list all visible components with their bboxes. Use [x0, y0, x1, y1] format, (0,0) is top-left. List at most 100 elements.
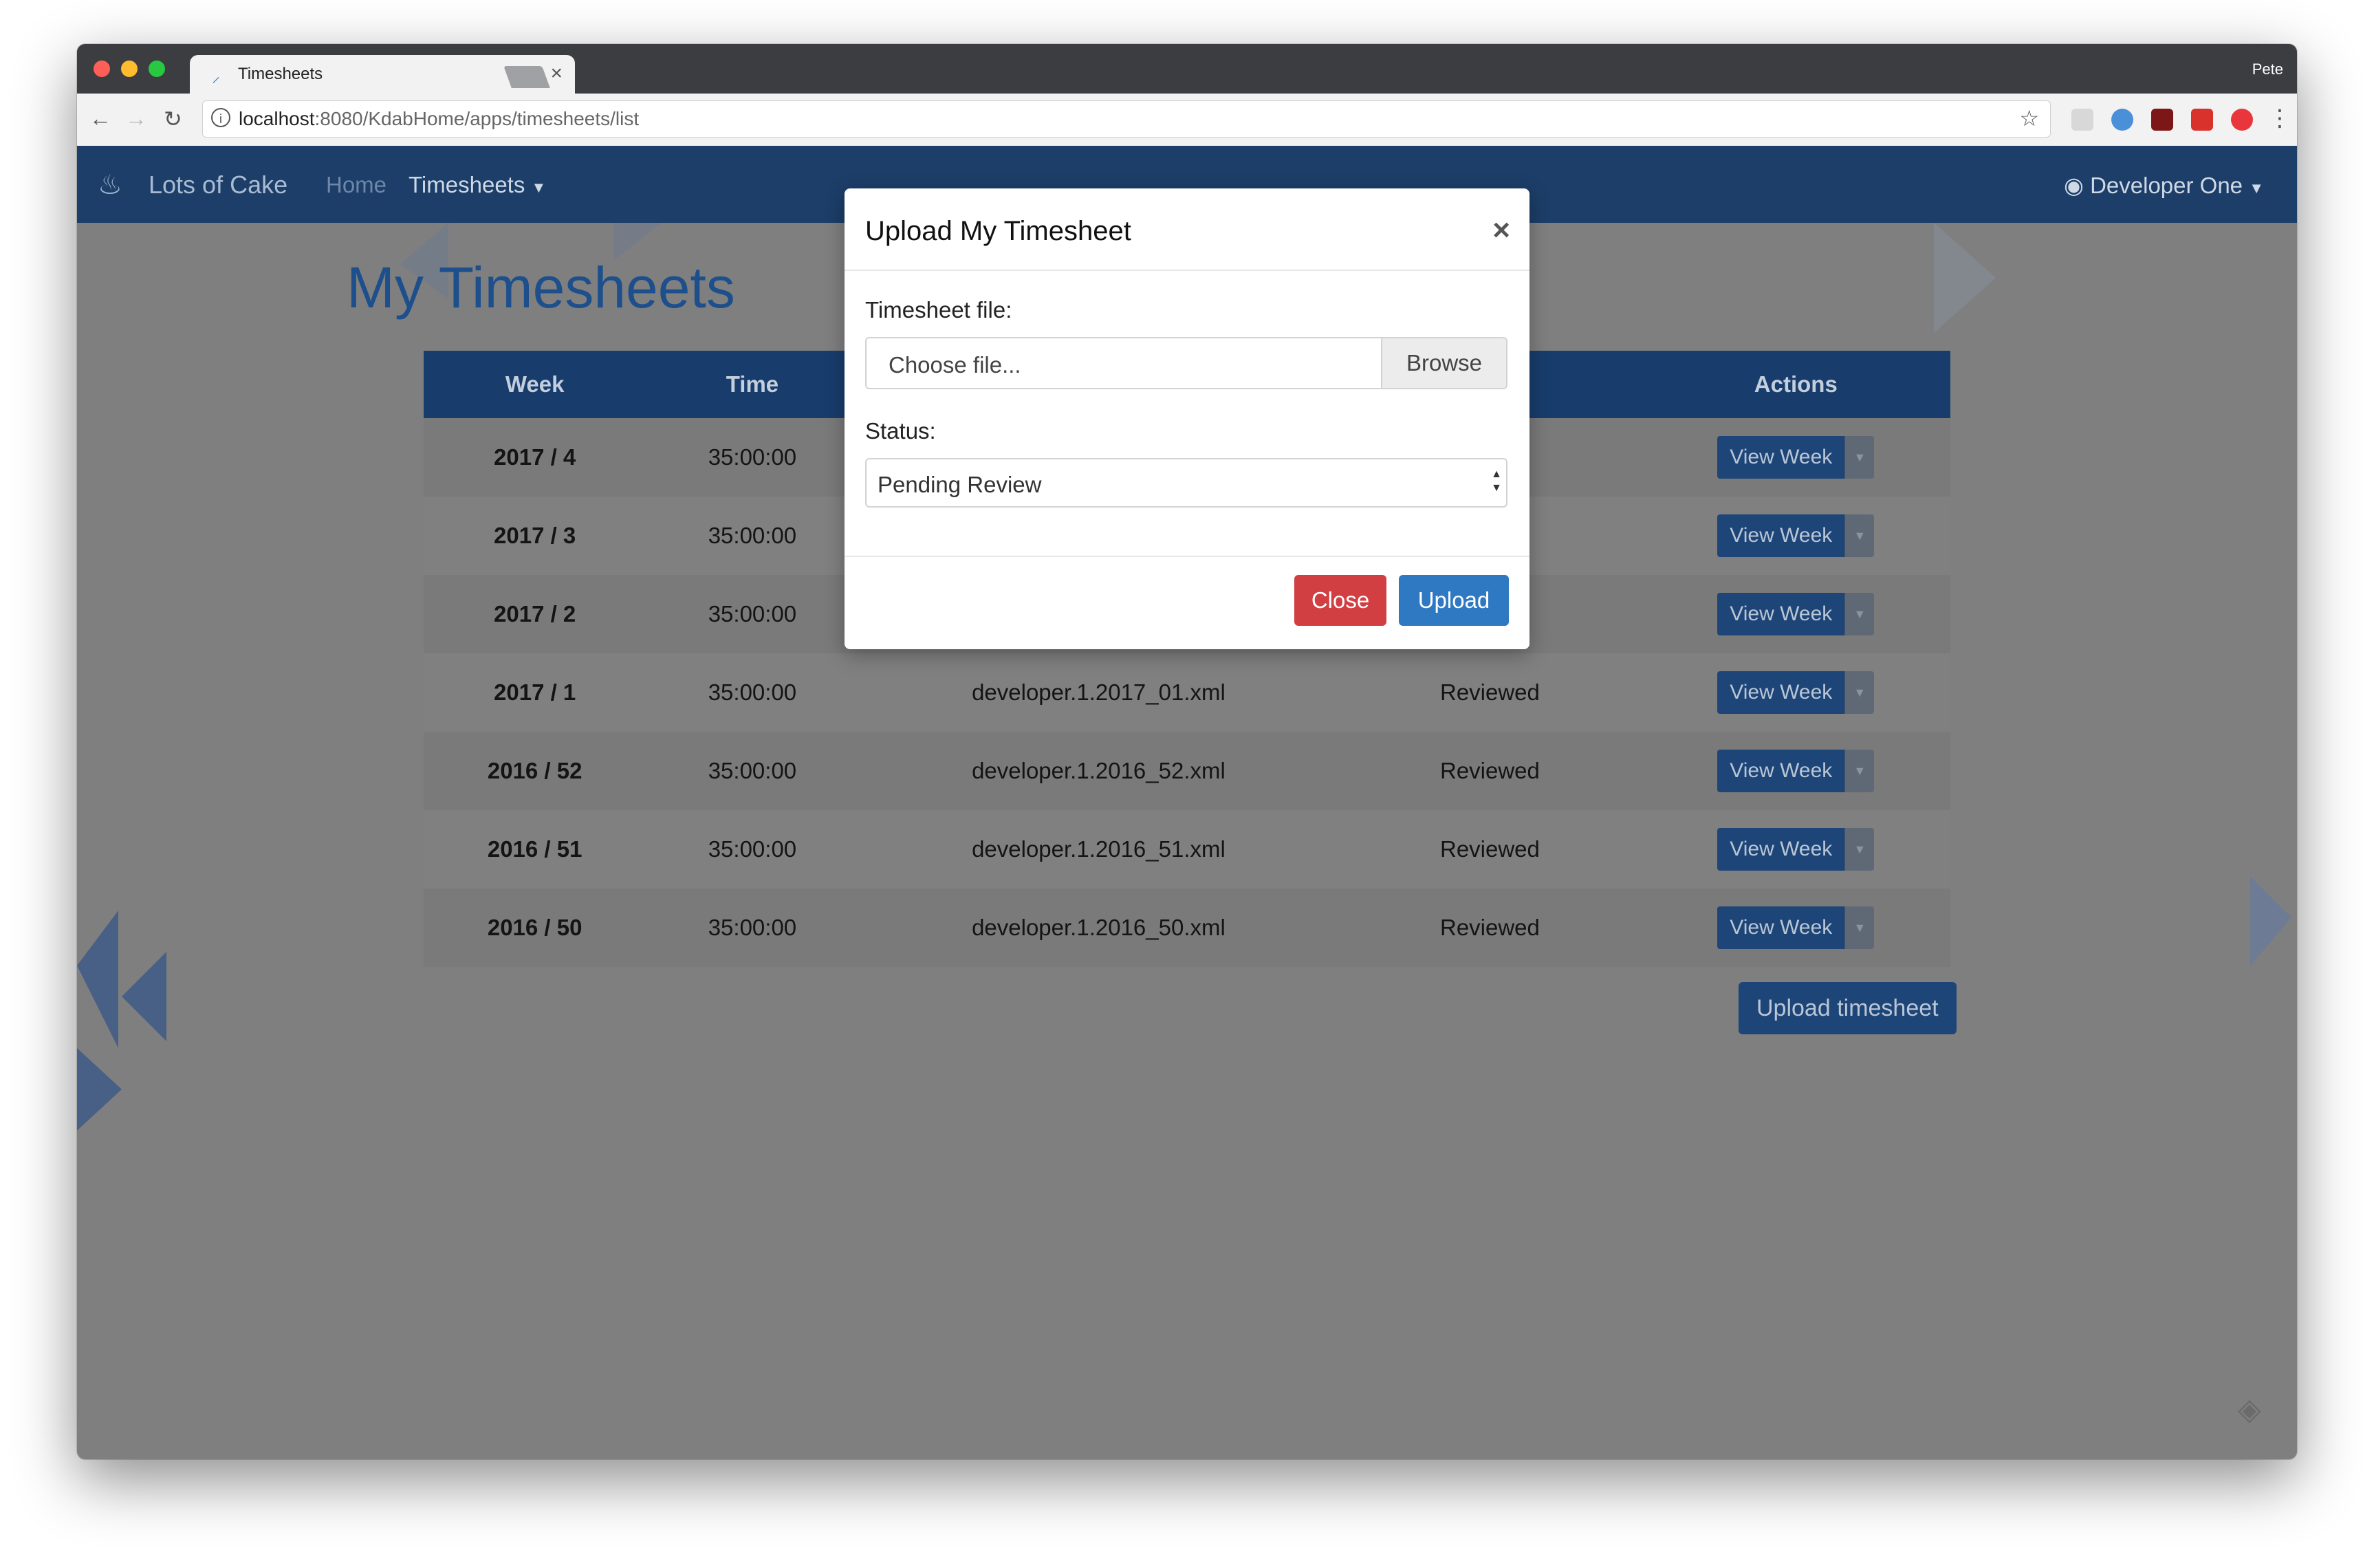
extension-page-icon[interactable]: [2071, 109, 2093, 131]
caret-down-icon: ▼: [2249, 179, 2264, 197]
caret-down-icon[interactable]: ▼: [1844, 593, 1875, 635]
file-input-placeholder: Choose file...: [889, 352, 1021, 378]
status-select[interactable]: Pending Review ▲ ▼: [865, 458, 1507, 508]
new-tab-button[interactable]: [503, 66, 550, 88]
cell-week: 2017 / 2: [424, 575, 646, 653]
minimize-window-icon[interactable]: [121, 61, 138, 77]
view-week-button-group: View Week ▼: [1717, 436, 1875, 479]
nav-user-menu[interactable]: ◉ Developer One ▼: [2064, 172, 2264, 199]
cell-week: 2016 / 50: [424, 889, 646, 967]
column-header-time[interactable]: Time: [646, 351, 859, 418]
extension-block-icon[interactable]: [2231, 109, 2253, 131]
browser-window: ⸝ Timesheets × Pete ← → ↻ i localhost:80…: [77, 44, 2297, 1459]
caret-down-icon[interactable]: ▼: [1844, 514, 1875, 557]
cell-status: Reviewed: [1338, 653, 1642, 732]
cell-week: 2016 / 52: [424, 732, 646, 810]
cell-week: 2016 / 51: [424, 810, 646, 889]
view-week-button-group: View Week ▼: [1717, 671, 1875, 714]
close-button[interactable]: Close: [1294, 575, 1386, 626]
view-week-button[interactable]: View Week: [1717, 436, 1845, 479]
cell-status: Reviewed: [1338, 732, 1642, 810]
view-week-button[interactable]: View Week: [1717, 906, 1845, 949]
brand-name[interactable]: Lots of Cake: [149, 171, 287, 199]
browser-toolbar: ← → ↻ i localhost:8080/KdabHome/apps/tim…: [77, 94, 2297, 146]
view-week-button[interactable]: View Week: [1717, 593, 1845, 635]
view-week-button[interactable]: View Week: [1717, 514, 1845, 557]
caret-down-icon[interactable]: ▼: [1844, 906, 1875, 949]
extension-shield-icon[interactable]: [2151, 109, 2173, 131]
timesheet-file-input[interactable]: Choose file... Browse: [865, 337, 1507, 389]
caret-down-icon[interactable]: ▼: [1844, 671, 1875, 714]
view-week-button-group: View Week ▼: [1717, 593, 1875, 635]
url-path: :8080/KdabHome/apps/timesheets/list: [314, 108, 640, 129]
cake-icon: ♨: [98, 170, 122, 200]
upload-modal: Upload My Timesheet × Timesheet file: Ch…: [845, 188, 1529, 649]
modal-title: Upload My Timesheet: [865, 216, 1131, 246]
status-label: Status:: [865, 418, 936, 444]
cell-time: 35:00:00: [646, 418, 859, 497]
cell-time: 35:00:00: [646, 889, 859, 967]
modal-header-divider: [845, 270, 1529, 271]
profile-name[interactable]: Pete: [2252, 61, 2283, 78]
url-text[interactable]: localhost:8080/KdabHome/apps/timesheets/…: [239, 108, 639, 130]
caret-down-icon: ▼: [531, 179, 547, 196]
column-header-actions[interactable]: Actions: [1641, 351, 1950, 418]
cell-actions: View Week ▼: [1641, 732, 1950, 810]
view-week-button-group: View Week ▼: [1717, 828, 1875, 871]
table-row: 2017 / 1 35:00:00 developer.1.2017_01.xm…: [424, 653, 1950, 732]
chrome-menu-icon[interactable]: ⋮: [2268, 105, 2291, 132]
view-week-button[interactable]: View Week: [1717, 750, 1845, 792]
upload-button[interactable]: Upload: [1399, 575, 1509, 626]
feedback-diamond-icon[interactable]: ◈: [2238, 1392, 2261, 1427]
back-arrow-icon[interactable]: ←: [89, 106, 111, 131]
select-arrows-icon: ▲ ▼: [1491, 468, 1502, 494]
browse-button[interactable]: Browse: [1381, 338, 1506, 388]
tab-title: Timesheets: [238, 65, 323, 83]
cell-actions: View Week ▼: [1641, 653, 1950, 732]
table-row: 2016 / 52 35:00:00 developer.1.2016_52.x…: [424, 732, 1950, 810]
close-icon[interactable]: ×: [1492, 213, 1510, 248]
cell-time: 35:00:00: [646, 575, 859, 653]
maximize-window-icon[interactable]: [149, 61, 165, 77]
caret-down-icon[interactable]: ▼: [1844, 828, 1875, 871]
cell-week: 2017 / 4: [424, 418, 646, 497]
caret-down-icon[interactable]: ▼: [1844, 436, 1875, 479]
star-icon[interactable]: ☆: [2019, 105, 2039, 131]
nav-timesheets[interactable]: Timesheets ▼: [409, 172, 546, 198]
view-week-button[interactable]: View Week: [1717, 671, 1845, 714]
extension-menu-icon[interactable]: [2191, 109, 2213, 131]
nav-home[interactable]: Home: [326, 172, 386, 198]
tab-strip: ⸝ Timesheets × Pete: [77, 44, 2297, 94]
cell-actions: View Week ▼: [1641, 418, 1950, 497]
cell-actions: View Week ▼: [1641, 575, 1950, 653]
cell-actions: View Week ▼: [1641, 497, 1950, 575]
tab-close-icon[interactable]: ×: [550, 62, 563, 85]
caret-down-icon[interactable]: ▼: [1844, 750, 1875, 792]
extension-globe-icon[interactable]: [2111, 109, 2133, 131]
table-row: 2016 / 51 35:00:00 developer.1.2016_51.x…: [424, 810, 1950, 889]
column-header-week[interactable]: Week: [424, 351, 646, 418]
user-circle-icon: ◉: [2064, 173, 2084, 198]
forward-arrow-icon[interactable]: →: [125, 106, 147, 131]
cell-file: developer.1.2017_01.xml: [858, 653, 1339, 732]
cell-status: Reviewed: [1338, 889, 1642, 967]
upload-timesheet-button[interactable]: Upload timesheet: [1739, 982, 1957, 1034]
cell-actions: View Week ▼: [1641, 810, 1950, 889]
table-row: 2016 / 50 35:00:00 developer.1.2016_50.x…: [424, 889, 1950, 967]
cell-actions: View Week ▼: [1641, 889, 1950, 967]
cell-week: 2017 / 1: [424, 653, 646, 732]
reload-icon[interactable]: ↻: [164, 106, 182, 132]
info-icon[interactable]: i: [211, 108, 230, 127]
view-week-button[interactable]: View Week: [1717, 828, 1845, 871]
url-host: localhost: [239, 108, 315, 129]
cell-time: 35:00:00: [646, 653, 859, 732]
page-title: My Timesheets: [347, 255, 735, 320]
address-bar[interactable]: i localhost:8080/KdabHome/apps/timesheet…: [202, 100, 2051, 138]
cell-time: 35:00:00: [646, 497, 859, 575]
cell-file: developer.1.2016_51.xml: [858, 810, 1339, 889]
nav-user-label: Developer One: [2090, 173, 2243, 198]
cell-file: developer.1.2016_52.xml: [858, 732, 1339, 810]
close-window-icon[interactable]: [94, 61, 110, 77]
view-week-button-group: View Week ▼: [1717, 750, 1875, 792]
view-week-button-group: View Week ▼: [1717, 906, 1875, 949]
